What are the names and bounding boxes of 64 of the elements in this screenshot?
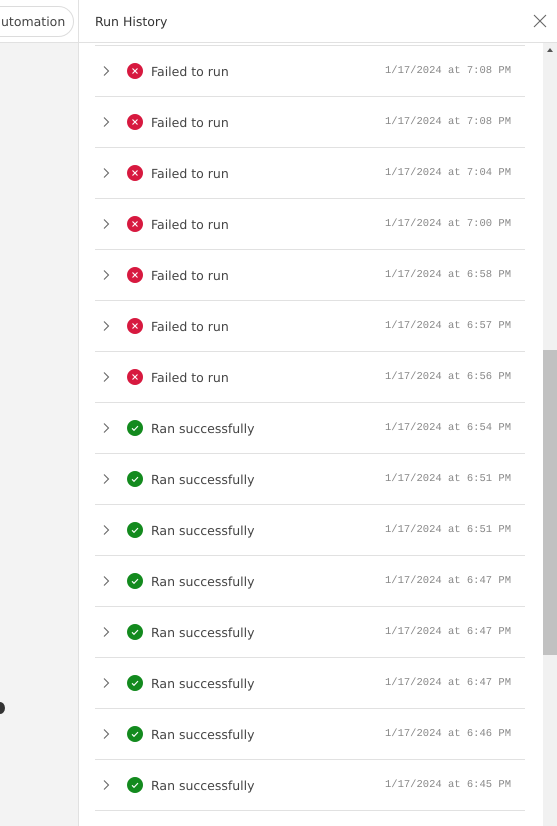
chevron-icon[interactable] — [102, 626, 110, 638]
run-status: Ran successfully — [151, 726, 256, 742]
run-status: Failed to run — [151, 166, 230, 180]
run-time: 1/17/2024 at 6:47 PM — [384, 626, 511, 638]
chevron-icon[interactable] — [102, 473, 110, 485]
check-icon — [127, 675, 143, 691]
error-icon — [127, 63, 143, 79]
run-status: Failed to run — [151, 114, 230, 130]
check-icon — [127, 522, 143, 538]
chevron-icon[interactable] — [102, 65, 110, 77]
run-status: Failed to run — [151, 268, 230, 282]
run-time: 1/17/2024 at 6:56 PM — [384, 371, 511, 383]
run-time: 1/17/2024 at 7:08 PM — [384, 65, 511, 77]
check-icon — [127, 624, 143, 640]
run-time: 1/17/2024 at 7:08 PM — [384, 116, 511, 128]
run-time: 1/17/2024 at 7:00 PM — [384, 218, 511, 230]
run-status: Ran successfully — [151, 624, 256, 640]
run-status: Failed to run — [151, 216, 230, 232]
run-time: 1/17/2024 at 6:47 PM — [384, 575, 511, 587]
run-status: Failed to run — [151, 370, 230, 384]
run-time: 1/17/2024 at 6:58 PM — [384, 269, 511, 281]
run-status: Ran successfully — [151, 522, 256, 538]
chevron-icon[interactable] — [102, 320, 110, 332]
run-status: Ran successfully — [151, 472, 256, 486]
error-icon — [127, 216, 143, 232]
chevron-icon[interactable] — [102, 575, 110, 587]
check-icon — [127, 573, 143, 589]
run-time: 1/17/2024 at 7:04 PM — [384, 167, 511, 179]
chevron-icon[interactable] — [102, 524, 110, 536]
run-time: 1/17/2024 at 6:46 PM — [384, 728, 511, 740]
chevron-icon[interactable] — [102, 371, 110, 383]
chevron-icon[interactable] — [102, 728, 110, 740]
automation-button[interactable]: utomation — [0, 6, 74, 36]
run-time: 1/17/2024 at 6:51 PM — [384, 473, 511, 485]
chevron-icon[interactable] — [102, 269, 110, 281]
run-status: Failed to run — [151, 318, 230, 334]
chevron-icon[interactable] — [102, 422, 110, 434]
check-icon — [127, 420, 143, 436]
run-time: 1/17/2024 at 6:45 PM — [384, 779, 511, 791]
check-icon — [127, 471, 143, 487]
chevron-icon[interactable] — [102, 167, 110, 179]
check-icon — [127, 777, 143, 793]
error-icon — [127, 165, 143, 181]
error-icon — [127, 114, 143, 130]
scrollbar[interactable] — [543, 43, 557, 826]
run-time: 1/17/2024 at 6:47 PM — [384, 677, 511, 689]
error-icon — [127, 318, 143, 334]
run-status: Ran successfully — [151, 676, 256, 690]
chevron-icon[interactable] — [102, 677, 110, 689]
chevron-icon[interactable] — [102, 779, 110, 791]
close-icon[interactable] — [533, 14, 547, 28]
run-status: Failed to run — [151, 64, 230, 78]
run-status: Ran successfully — [151, 778, 256, 792]
error-icon — [127, 267, 143, 283]
error-icon — [127, 369, 143, 385]
run-status: Ran successfully — [151, 420, 256, 436]
check-icon — [127, 726, 143, 742]
run-time: 1/17/2024 at 6:54 PM — [384, 422, 511, 434]
run-time: 1/17/2024 at 6:51 PM — [384, 524, 511, 536]
chevron-icon[interactable] — [102, 116, 110, 128]
chevron-icon[interactable] — [102, 218, 110, 230]
run-status: Ran successfully — [151, 574, 256, 588]
panel-title: Run History — [95, 14, 168, 28]
run-time: 1/17/2024 at 6:57 PM — [384, 320, 511, 332]
